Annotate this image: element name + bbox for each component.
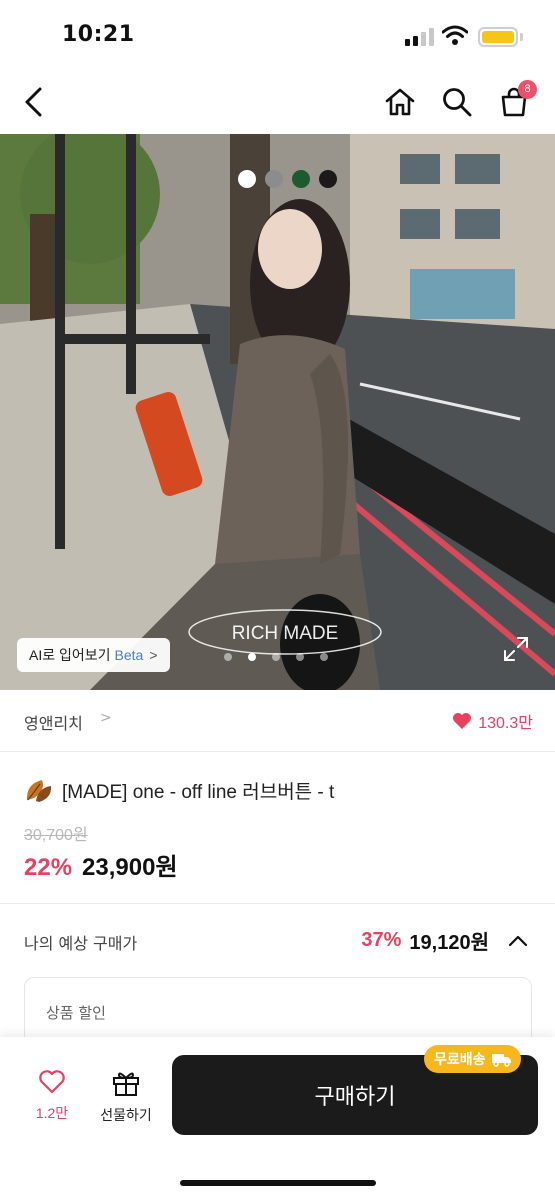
expected-discount-rate: 37%: [361, 929, 402, 951]
carousel-dot[interactable]: [272, 653, 280, 661]
chevron-right-icon: >: [100, 710, 112, 726]
home-indicator: [180, 1180, 376, 1186]
color-option-white[interactable]: [238, 170, 256, 188]
brand-row[interactable]: 영앤리치 > 130.3만: [0, 690, 555, 752]
discount-rate: 22%: [24, 854, 73, 881]
sale-price: 23,900원: [82, 854, 178, 881]
expected-price-row[interactable]: 나의 예상 구매가 37% 19,120원: [0, 904, 555, 976]
top-nav-bar: 8: [0, 70, 555, 134]
truck-icon: [491, 1054, 511, 1067]
ai-try-on-label: AI로 입어보기: [29, 647, 111, 663]
bottom-action-bar: 1.2만 선물하기 구매하기 무료배송: [0, 1037, 555, 1200]
beta-label: Beta: [114, 647, 144, 663]
gift-label: 선물하기: [100, 1108, 152, 1124]
color-options: [238, 170, 337, 188]
brand-name[interactable]: 영앤리치: [24, 710, 83, 734]
product-discount-label: 상품 할인: [46, 1004, 106, 1022]
search-icon[interactable]: [439, 84, 475, 120]
color-option-green[interactable]: [292, 170, 310, 188]
watermark-text: RICH MADE: [232, 623, 339, 644]
expected-price: 19,120원: [409, 932, 489, 954]
product-image-carousel[interactable]: RICH MADE AI로 입어보기 Beta >: [0, 134, 555, 690]
battery-icon: [478, 27, 518, 47]
shopping-bag-icon[interactable]: 8: [496, 80, 537, 120]
cellular-signal-icon: [405, 28, 435, 46]
expected-price-label: 나의 예상 구매가: [24, 934, 138, 953]
chevron-up-icon[interactable]: [507, 933, 529, 949]
carousel-pagination: [224, 653, 328, 661]
carousel-dot[interactable]: [296, 653, 304, 661]
expand-icon[interactable]: [503, 636, 529, 662]
leaf-icon: [26, 780, 52, 802]
status-bar: 10:21: [0, 0, 555, 70]
original-price: 30,700원: [24, 827, 88, 844]
product-title: [MADE] one - off line 러브버튼 - t: [24, 776, 334, 804]
free-shipping-label: 무료배송: [434, 1052, 486, 1068]
chevron-right-icon: >: [149, 647, 158, 663]
product-title-text: [MADE] one - off line 러브버튼 - t: [62, 781, 335, 803]
free-shipping-badge: 무료배송: [424, 1045, 521, 1073]
home-icon[interactable]: [382, 84, 418, 120]
heart-filled-icon: [453, 713, 472, 729]
gift-icon: [113, 1072, 139, 1096]
wifi-icon: [442, 25, 468, 45]
carousel-dot[interactable]: [320, 653, 328, 661]
wishlist-button[interactable]: 1.2만: [24, 1069, 80, 1129]
likes-count: 130.3만: [478, 715, 533, 732]
gift-button[interactable]: 선물하기: [93, 1069, 159, 1129]
cart-count-badge: 8: [518, 80, 537, 99]
expected-price-value: 37% 19,120원: [361, 926, 529, 955]
wishlist-count: 1.2만: [35, 1105, 69, 1121]
brand-watermark: RICH MADE: [188, 609, 382, 655]
back-arrow-icon[interactable]: [16, 84, 52, 120]
color-option-black[interactable]: [319, 170, 337, 188]
sale-price-row: 22% 23,900원: [24, 847, 178, 882]
status-time: 10:21: [62, 22, 135, 47]
brand-likes[interactable]: 130.3만: [452, 709, 533, 733]
color-option-gray[interactable]: [265, 170, 283, 188]
carousel-dot[interactable]: [248, 653, 256, 661]
heart-outline-icon: [39, 1070, 65, 1094]
carousel-dot[interactable]: [224, 653, 232, 661]
ai-try-on-button[interactable]: AI로 입어보기 Beta >: [17, 638, 170, 672]
